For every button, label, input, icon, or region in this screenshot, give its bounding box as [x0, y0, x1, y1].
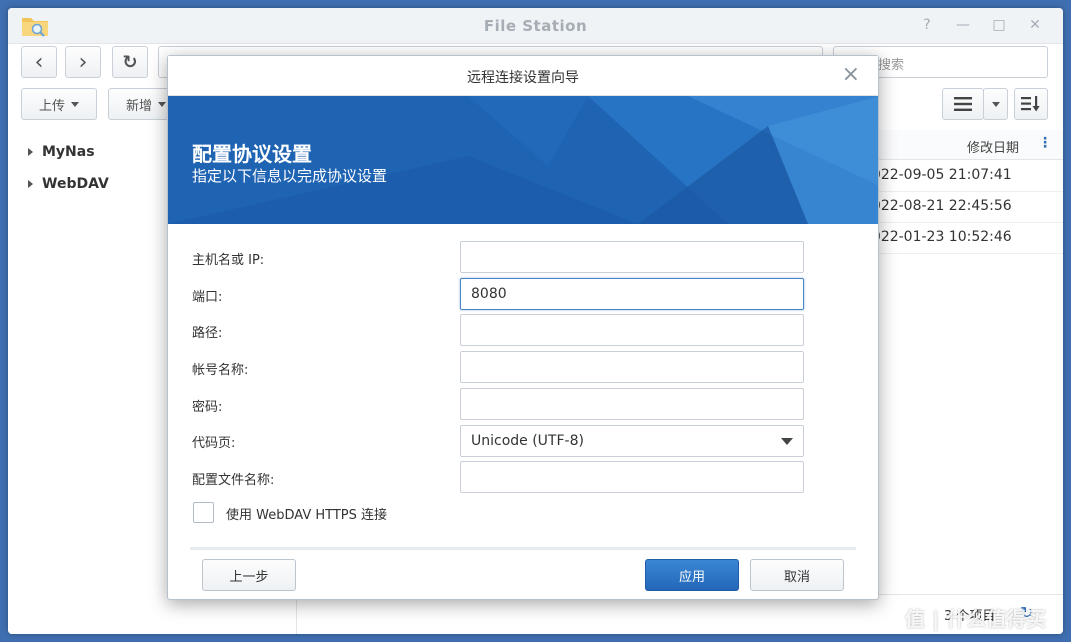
column-options-icon[interactable]: ⋮: [1038, 135, 1052, 151]
file-modified-date: 2022-08-21 22:45:56: [863, 198, 1012, 214]
port-label: 端口:: [192, 290, 223, 305]
column-header-date[interactable]: 修改日期: [967, 137, 1019, 156]
hostname-input[interactable]: [460, 241, 804, 273]
caret-down-icon: [71, 101, 79, 107]
sidebar-item-mynas[interactable]: MyNas: [28, 144, 95, 160]
close-icon[interactable]: ✕: [1026, 16, 1044, 34]
profile-name-input[interactable]: [460, 461, 804, 493]
search-placeholder: 搜索: [878, 58, 905, 73]
caret-down-icon: [158, 101, 166, 107]
sort-button[interactable]: [1014, 88, 1048, 120]
sort-icon: [1021, 96, 1040, 112]
view-mode-dropdown[interactable]: [983, 88, 1008, 120]
prev-step-button[interactable]: 上一步: [202, 559, 296, 591]
wizard-banner: 配置协议设置 指定以下信息以完成协议设置: [168, 96, 878, 224]
minimize-icon[interactable]: —: [954, 16, 972, 34]
file-modified-date: 2022-09-05 21:07:41: [863, 167, 1012, 183]
password-input[interactable]: [460, 388, 804, 420]
view-mode-button[interactable]: [942, 88, 984, 120]
account-name-input[interactable]: [460, 351, 804, 383]
upload-label: 上传: [38, 98, 65, 114]
help-icon[interactable]: ?: [918, 16, 936, 34]
refresh-icon: ↻: [122, 51, 138, 73]
sidebar-item-label: WebDAV: [42, 176, 109, 192]
port-input[interactable]: 8080: [460, 278, 804, 310]
dialog-title-bar[interactable]: 远程连接设置向导 ×: [168, 56, 878, 96]
path-label: 路径:: [192, 326, 223, 341]
refresh-button[interactable]: ↻: [112, 46, 148, 78]
caret-right-icon: [28, 180, 33, 188]
sidebar-item-label: MyNas: [42, 144, 95, 160]
banner-title: 配置协议设置: [192, 142, 312, 166]
upload-button[interactable]: 上传: [21, 88, 97, 120]
forward-button[interactable]: ›: [65, 46, 101, 78]
file-modified-date: 2022-01-23 10:52:46: [863, 229, 1012, 245]
codepage-select[interactable]: Unicode (UTF-8): [460, 425, 804, 457]
caret-right-icon: [28, 148, 33, 156]
apply-button[interactable]: 应用: [645, 559, 739, 591]
codepage-selected-value: Unicode (UTF-8): [471, 433, 584, 449]
profile-name-label: 配置文件名称:: [192, 473, 275, 488]
close-icon[interactable]: ×: [842, 64, 860, 86]
chevron-left-icon: ‹: [34, 49, 44, 75]
https-checkbox-label[interactable]: 使用 WebDAV HTTPS 连接: [226, 504, 387, 523]
password-label: 密码:: [192, 400, 223, 415]
title-bar[interactable]: File Station ? — □ ✕: [8, 8, 1063, 44]
codepage-label: 代码页:: [192, 436, 236, 451]
remote-connection-wizard-dialog: 远程连接设置向导 × 配置协议设置 指定以下信息以完成协议设置 主机名或 IP:…: [167, 55, 879, 600]
app-title: File Station: [483, 17, 588, 35]
caret-down-icon: [991, 101, 1000, 107]
caret-down-icon: [781, 438, 793, 445]
hostname-label: 主机名或 IP:: [192, 253, 265, 268]
back-button[interactable]: ‹: [21, 46, 57, 78]
watermark: 值 | 什么值得买: [905, 607, 1047, 631]
dialog-divider: [190, 547, 856, 550]
https-checkbox[interactable]: [193, 502, 214, 523]
list-view-icon: [954, 97, 972, 111]
banner-subtitle: 指定以下信息以完成协议设置: [192, 167, 388, 185]
create-label: 新增: [125, 98, 152, 114]
maximize-icon[interactable]: □: [990, 16, 1008, 34]
chevron-right-icon: ›: [78, 49, 88, 75]
dialog-title: 远程连接设置向导: [467, 70, 579, 86]
path-input[interactable]: [460, 314, 804, 346]
sidebar-item-webdav[interactable]: WebDAV: [28, 176, 109, 192]
cancel-button[interactable]: 取消: [750, 559, 844, 591]
account-name-label: 帐号名称:: [192, 363, 249, 378]
